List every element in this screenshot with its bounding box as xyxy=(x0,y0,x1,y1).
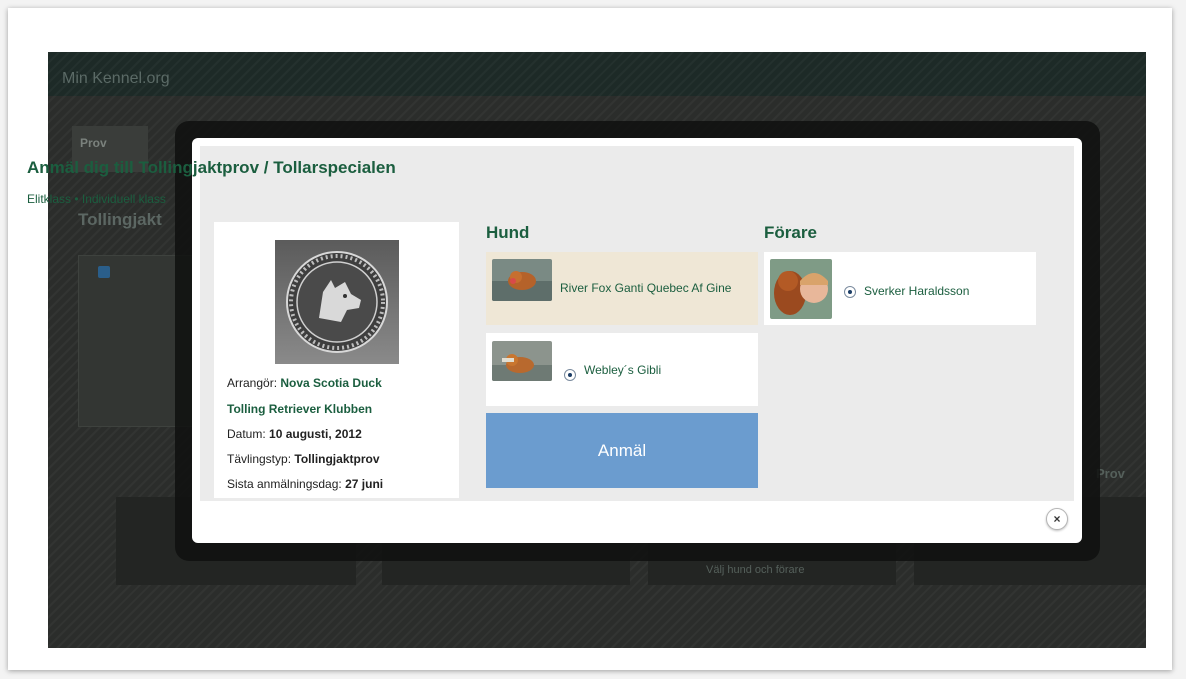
organizer-line-2: Tolling Retriever Klubben xyxy=(227,402,372,416)
type-label: Tävlingstyp: xyxy=(227,452,292,466)
date-value: 10 augusti, 2012 xyxy=(269,427,362,441)
background-select-button-label: Välj hund och förare xyxy=(706,564,805,576)
dog-option-webley[interactable]: Webley´s Gibli xyxy=(486,333,758,406)
handler-option-sverker[interactable]: Sverker Haraldsson xyxy=(764,252,1036,325)
organizer-value: Nova Scotia Duck xyxy=(280,376,382,390)
organizer-line: Arrangör: Nova Scotia Duck xyxy=(227,376,382,390)
deadline-label: Sista anmälningsdag: xyxy=(227,477,342,491)
dog-photo-icon xyxy=(492,341,552,381)
organizer-value-cont: Tolling Retriever Klubben xyxy=(227,402,373,416)
background-right-title: Prov xyxy=(1096,466,1125,481)
background-brand: Min Kennel.org xyxy=(62,70,170,87)
organizer-label: Arrangör: xyxy=(227,376,278,390)
dog-name: River Fox Ganti Quebec Af Gine xyxy=(560,281,732,295)
handler-radio-button[interactable] xyxy=(844,286,856,298)
background-checkbox xyxy=(98,266,110,278)
type-value: Tollingjaktprov xyxy=(294,452,380,466)
anmal-submit-button[interactable]: Anmäl xyxy=(486,413,758,488)
date-line: Datum: 10 augusti, 2012 xyxy=(227,427,362,441)
close-icon[interactable]: × xyxy=(1046,508,1068,530)
dog-radio-button[interactable] xyxy=(564,369,576,381)
hund-header: Hund xyxy=(486,223,530,242)
dog-name: Webley´s Gibli xyxy=(584,363,662,377)
dog-option-river-fox[interactable]: River Fox Ganti Quebec Af Gine xyxy=(486,252,758,325)
dog-emblem-icon xyxy=(286,251,388,353)
background-page-title: Tollingjakt xyxy=(78,210,162,229)
dog-photo-icon xyxy=(492,259,552,301)
handler-name: Sverker Haraldsson xyxy=(864,284,970,298)
type-line: Tävlingstyp: Tollingjaktprov xyxy=(227,452,380,466)
date-label: Datum: xyxy=(227,427,266,441)
club-emblem xyxy=(275,240,399,364)
forare-header: Förare xyxy=(764,223,817,242)
handler-photo-icon xyxy=(770,259,832,319)
deadline-line: Sista anmälningsdag: 27 juni xyxy=(227,477,383,491)
modal-title: Anmäl dig till Tollingjaktprov / Tollars… xyxy=(27,158,396,177)
deadline-value: 27 juni xyxy=(345,477,384,491)
modal-class-list: Elitklass • Individuell klass xyxy=(27,192,166,206)
background-header: Min Kennel.org xyxy=(48,52,1146,96)
